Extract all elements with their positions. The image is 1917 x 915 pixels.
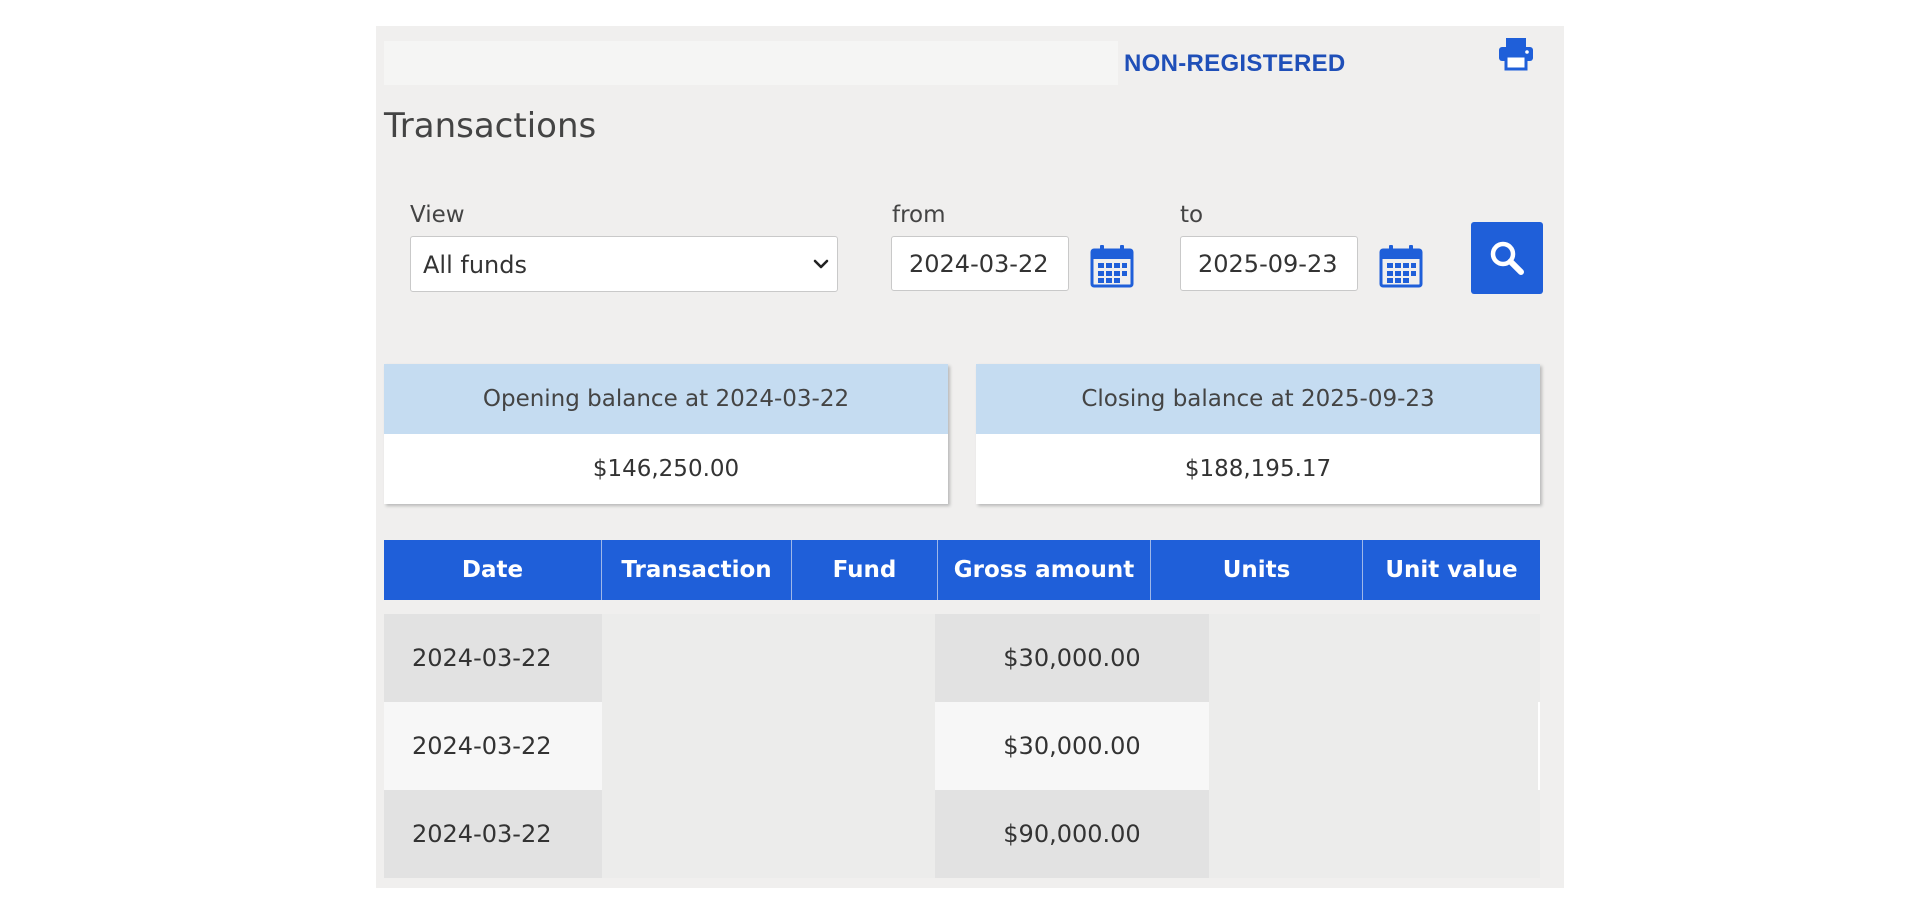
print-button[interactable]	[1496, 36, 1536, 72]
column-header-gross-amount[interactable]: Gross amount	[938, 540, 1151, 600]
calendar-icon	[1379, 245, 1423, 288]
to-calendar-button[interactable]	[1379, 244, 1423, 288]
cell-date: 2024-03-22	[384, 702, 602, 790]
cell-transaction-fund	[602, 614, 935, 702]
table-row[interactable]: 2024-03-22 $30,000.00	[384, 614, 1540, 702]
cell-date: 2024-03-22	[384, 790, 602, 878]
cell-transaction-fund	[602, 790, 935, 878]
cell-date: 2024-03-22	[384, 614, 602, 702]
table-spacer	[384, 600, 1540, 614]
fund-view-selected: All funds	[423, 251, 527, 279]
fund-view-select[interactable]: All funds	[410, 236, 838, 292]
account-type-label: NON-REGISTERED	[1124, 50, 1346, 77]
opening-balance-card: Opening balance at 2024-03-22 $146,250.0…	[384, 364, 948, 504]
column-header-unit-value[interactable]: Unit value	[1363, 540, 1540, 600]
page-title: Transactions	[384, 106, 597, 146]
column-header-units[interactable]: Units	[1151, 540, 1363, 600]
closing-balance-label: Closing balance at 2025-09-23	[976, 364, 1540, 434]
cell-units-unit-value	[1209, 702, 1540, 790]
table-header: Date Transaction Fund Gross amount Units…	[384, 540, 1540, 600]
table-row[interactable]: 2024-03-22 $90,000.00	[384, 790, 1540, 878]
chevron-down-icon	[813, 259, 829, 269]
cell-units-unit-value	[1209, 614, 1540, 702]
transactions-panel: NON-REGISTERED Transactions View All fun…	[376, 26, 1564, 888]
from-date-input[interactable]: 2024-03-22	[891, 236, 1069, 291]
table-row[interactable]: 2024-03-22 $30,000.00	[384, 702, 1540, 790]
to-label: to	[1180, 202, 1204, 228]
from-calendar-button[interactable]	[1090, 244, 1134, 288]
cell-gross-amount: $90,000.00	[935, 790, 1209, 878]
column-header-date[interactable]: Date	[384, 540, 602, 600]
closing-balance-card: Closing balance at 2025-09-23 $188,195.1…	[976, 364, 1540, 504]
column-header-fund[interactable]: Fund	[792, 540, 938, 600]
cell-transaction-fund	[602, 702, 935, 790]
search-button[interactable]	[1471, 222, 1543, 294]
closing-balance-value: $188,195.17	[1184, 456, 1332, 482]
to-date-input[interactable]: 2025-09-23	[1180, 236, 1358, 291]
printer-icon	[1499, 38, 1533, 71]
from-label: from	[892, 202, 946, 228]
opening-balance-label: Opening balance at 2024-03-22	[384, 364, 948, 434]
account-selector-bar[interactable]	[384, 41, 1118, 85]
cell-units-unit-value	[1209, 790, 1540, 878]
column-header-transaction[interactable]: Transaction	[602, 540, 792, 600]
opening-balance-value: $146,250.00	[592, 456, 740, 482]
transactions-table: Date Transaction Fund Gross amount Units…	[384, 540, 1540, 878]
calendar-icon	[1090, 245, 1134, 288]
cell-gross-amount: $30,000.00	[935, 702, 1209, 790]
search-icon	[1490, 241, 1524, 275]
view-label: View	[410, 202, 465, 228]
cell-gross-amount: $30,000.00	[935, 614, 1209, 702]
